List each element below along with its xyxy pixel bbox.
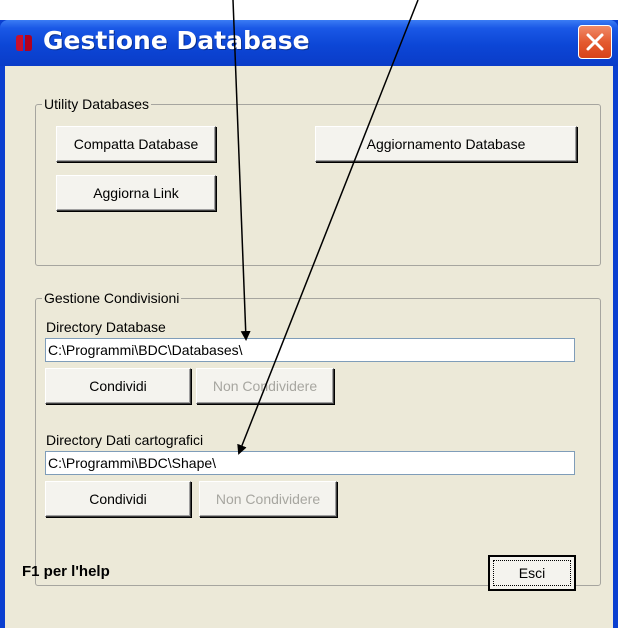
dialog-client-area: Utility Databases Compatta Database Aggi… (5, 66, 613, 628)
focus-ring (493, 560, 571, 586)
app-icon (14, 33, 34, 53)
utility-databases-legend: Utility Databases (44, 96, 150, 112)
condividi-cartografici-button[interactable]: Condividi (45, 481, 191, 517)
close-button[interactable] (578, 25, 612, 59)
directory-database-field[interactable]: C:\Programmi\BDC\Databases\ (45, 338, 575, 362)
non-condividere-cartografici-button[interactable]: Non Condividere (199, 481, 337, 517)
aggiornamento-database-button[interactable]: Aggiornamento Database (315, 126, 577, 162)
compatta-database-button[interactable]: Compatta Database (56, 126, 216, 162)
gestione-condivisioni-legend: Gestione Condivisioni (44, 290, 180, 306)
non-condividere-database-button[interactable]: Non Condividere (196, 368, 334, 404)
esci-button[interactable]: Esci (488, 555, 576, 591)
aggiorna-link-button[interactable]: Aggiorna Link (56, 175, 216, 211)
dialog-window: Gestione Database Utility Databases Comp… (0, 20, 618, 628)
directory-cartografici-label: Directory Dati cartografici (46, 432, 204, 448)
help-hint: F1 per l'help (22, 563, 110, 580)
directory-cartografici-field[interactable]: C:\Programmi\BDC\Shape\ (45, 451, 575, 475)
directory-database-label: Directory Database (46, 319, 166, 335)
title-bar[interactable]: Gestione Database (0, 20, 618, 66)
window-title: Gestione Database (43, 26, 310, 55)
condividi-database-button[interactable]: Condividi (45, 368, 191, 404)
